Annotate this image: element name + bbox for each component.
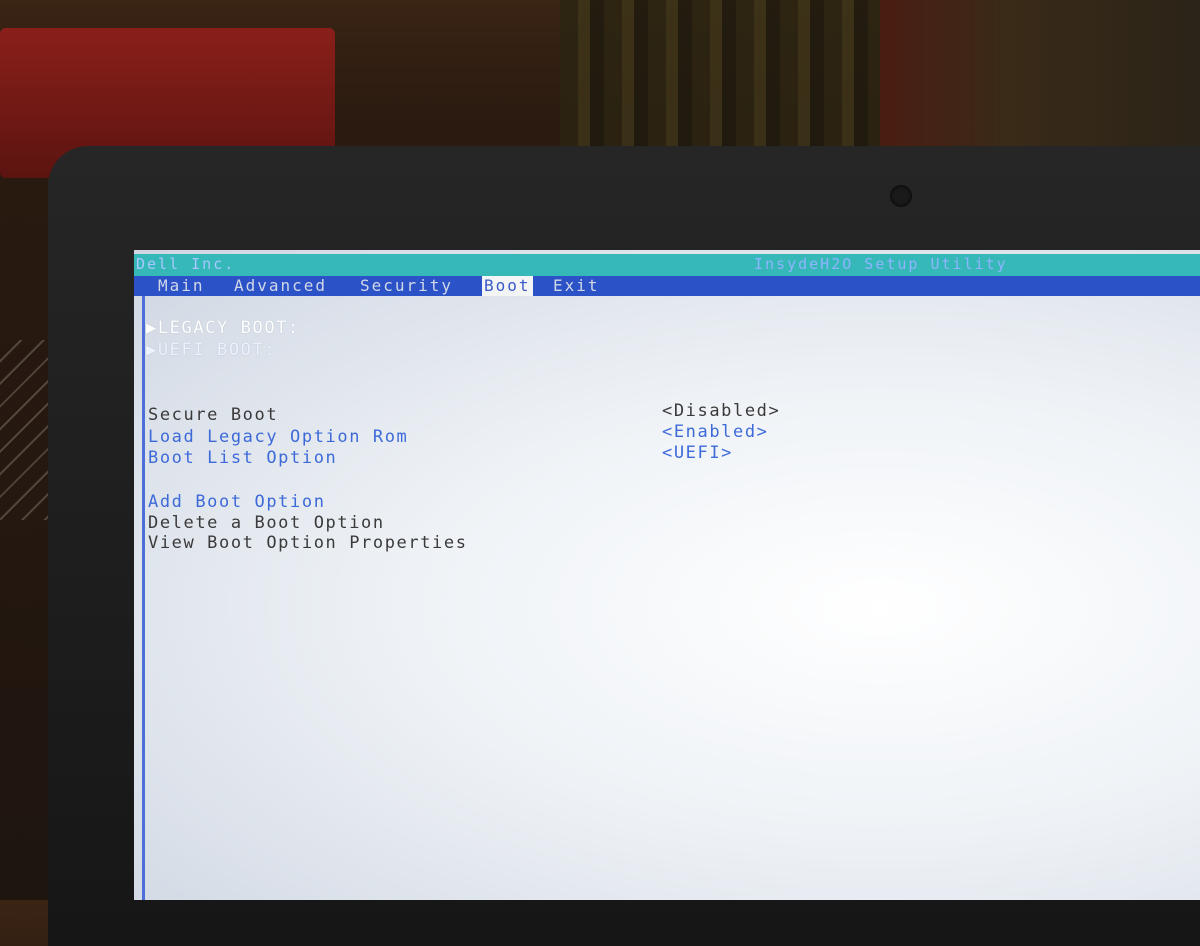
background-wall [880, 0, 1200, 150]
background-cables [0, 340, 48, 520]
bios-screen: Dell Inc. InsydeH2O Setup Utility Main A… [134, 250, 1200, 900]
secure-boot-value: <Disabled> [662, 401, 781, 421]
legacy-boot-header[interactable]: ▶LEGACY BOOT: [146, 318, 300, 338]
delete-boot-option[interactable]: Delete a Boot Option [148, 513, 385, 533]
tab-boot[interactable]: Boot [482, 276, 533, 296]
boot-list-option-label[interactable]: Boot List Option [148, 448, 337, 468]
boot-list-option-value[interactable]: <UEFI> [662, 443, 733, 463]
load-legacy-option-rom-value[interactable]: <Enabled> [662, 422, 769, 442]
background-shelf [560, 0, 890, 150]
tab-exit[interactable]: Exit [551, 276, 602, 296]
uefi-boot-header[interactable]: ▶UEFI BOOT: [146, 340, 276, 360]
utility-name: InsydeH2O Setup Utility [754, 255, 1008, 273]
add-boot-option[interactable]: Add Boot Option [148, 492, 326, 512]
secure-boot-label: Secure Boot [148, 405, 279, 425]
load-legacy-option-rom-label[interactable]: Load Legacy Option Rom [148, 427, 408, 447]
tab-security[interactable]: Security [358, 276, 455, 296]
menu-bar: Main Advanced Security Boot Exit [134, 276, 1200, 296]
webcam-icon [890, 185, 912, 207]
tab-advanced[interactable]: Advanced [232, 276, 329, 296]
tab-main[interactable]: Main [156, 276, 207, 296]
title-bar: Dell Inc. InsydeH2O Setup Utility [134, 254, 1200, 276]
vendor-name: Dell Inc. [136, 255, 236, 273]
view-boot-option-properties[interactable]: View Boot Option Properties [148, 533, 468, 553]
content-border [142, 296, 145, 900]
